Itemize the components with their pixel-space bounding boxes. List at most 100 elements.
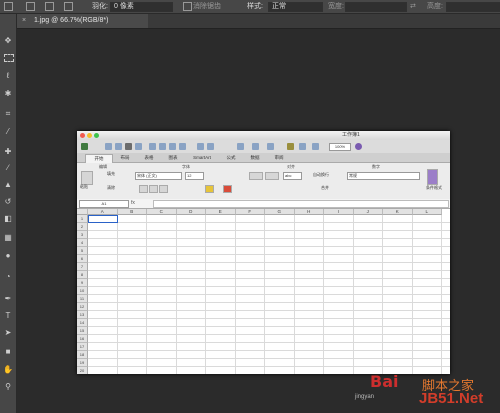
magic-wand-tool-icon[interactable]: ✱ xyxy=(3,89,13,98)
excel-wrap-label: 自动换行 xyxy=(313,172,329,177)
shape-tool-icon[interactable]: ■ xyxy=(3,347,13,356)
height-input[interactable] xyxy=(446,2,500,12)
antialias-checkbox[interactable] xyxy=(183,2,192,11)
excel-help-icon xyxy=(355,143,362,150)
grid-hline xyxy=(88,310,450,311)
eyedropper-tool-icon[interactable]: ⁄ xyxy=(3,127,13,136)
type-tool-icon[interactable]: T xyxy=(3,311,13,320)
close-tab-icon[interactable]: × xyxy=(22,14,26,28)
grid-hline xyxy=(88,270,450,271)
row-header: 12 xyxy=(77,303,88,311)
close-light-icon xyxy=(80,133,85,138)
excel-copy-icon xyxy=(159,143,166,150)
move-tool-icon[interactable]: ✥ xyxy=(3,36,13,45)
grid-hline xyxy=(88,342,450,343)
excel-bold-icon xyxy=(139,185,148,193)
marquee-tool-icon[interactable] xyxy=(4,54,14,62)
document-tab-bar: × 1.jpg @ 66.7%(RGB/8*) xyxy=(16,14,500,29)
feather-label: 羽化: xyxy=(92,3,108,10)
row-header: 15 xyxy=(77,327,88,335)
grid-hline xyxy=(88,350,450,351)
hand-tool-icon[interactable]: ✋ xyxy=(3,365,13,374)
grid-hline xyxy=(88,254,450,255)
document-tab[interactable]: × 1.jpg @ 66.7%(RGB/8*) xyxy=(16,14,148,28)
grid-hline xyxy=(88,230,450,231)
column-header: I xyxy=(324,209,354,215)
excel-tab-formulas: 公式 xyxy=(226,155,236,160)
excel-paste-icon-large xyxy=(81,171,93,185)
blur-tool-icon[interactable]: ● xyxy=(3,251,13,260)
intersect-selection-icon[interactable] xyxy=(64,2,73,11)
grid-hline xyxy=(88,334,450,335)
excel-filter-icon xyxy=(267,143,274,150)
excel-fill-color-icon xyxy=(205,185,214,193)
options-bar: 羽化: 0 像素 消除锯齿 样式: 正常 宽度: ⇄ 高度: xyxy=(0,0,500,14)
grid-hline xyxy=(88,238,450,239)
excel-ribbon: 编辑 字体 对齐 数字 粘贴 填充 清除 宋体 (正文) 12 abc 自动换行… xyxy=(77,163,450,200)
column-header: C xyxy=(147,209,177,215)
stamp-tool-icon[interactable]: ▲ xyxy=(3,180,13,189)
document-title: 1.jpg @ 66.7%(RGB/8*) xyxy=(34,17,109,24)
excel-ribbon-tabs: 开始 布局 表格 图表 SmartArt 公式 数据 审阅 xyxy=(77,153,450,163)
excel-undo-icon xyxy=(197,143,204,150)
path-select-tool-icon[interactable]: ➤ xyxy=(3,328,13,337)
excel-window-title: 工作簿1 xyxy=(342,132,360,138)
style-label: 样式: xyxy=(247,3,263,10)
grid-hline xyxy=(88,326,450,327)
feather-input[interactable]: 0 像素 xyxy=(110,2,173,12)
column-header: E xyxy=(206,209,236,215)
add-selection-icon[interactable] xyxy=(26,2,35,11)
excel-font-color-icon xyxy=(223,185,232,193)
lasso-tool-icon[interactable]: ℓ xyxy=(3,71,13,80)
excel-group-edit: 编辑 xyxy=(99,164,107,169)
row-header: 8 xyxy=(77,271,88,279)
antialias-label: 消除锯齿 xyxy=(193,3,221,10)
swap-icon[interactable]: ⇄ xyxy=(410,2,416,11)
excel-standard-toolbar: 100% xyxy=(77,140,450,153)
excel-formula-input xyxy=(153,200,449,208)
brush-tool-icon[interactable]: ∕ xyxy=(3,163,13,172)
excel-zoom-field: 100% xyxy=(329,143,351,151)
row-header: 19 xyxy=(77,359,88,367)
width-input[interactable] xyxy=(345,2,407,12)
row-header: 6 xyxy=(77,255,88,263)
column-header: K xyxy=(383,209,413,215)
row-header: 2 xyxy=(77,223,88,231)
row-header: 20 xyxy=(77,367,88,374)
selected-cell xyxy=(88,215,118,223)
crop-tool-icon[interactable]: ⌗ xyxy=(3,109,13,118)
grid-hline xyxy=(88,278,450,279)
row-header: 18 xyxy=(77,351,88,359)
excel-title-bar: 工作簿1 xyxy=(77,131,450,140)
dodge-tool-icon[interactable]: ◔ xyxy=(3,272,13,281)
excel-group-number: 数字 xyxy=(372,164,380,169)
column-header: D xyxy=(176,209,206,215)
height-label: 高度: xyxy=(427,3,443,10)
pen-tool-icon[interactable]: ✒ xyxy=(3,294,13,303)
history-brush-tool-icon[interactable]: ↺ xyxy=(3,197,13,206)
column-header: J xyxy=(353,209,383,215)
eraser-tool-icon[interactable]: ◧ xyxy=(3,214,13,223)
column-header: L xyxy=(412,209,442,215)
grid-hline xyxy=(88,358,450,359)
excel-group-font: 字体 xyxy=(182,164,190,169)
excel-fill-label: 填充 xyxy=(107,171,115,176)
excel-tab-charts: 图表 xyxy=(168,155,178,160)
excel-fx-label: fx xyxy=(131,200,135,206)
zoom-tool-icon[interactable]: ⚲ xyxy=(3,382,13,391)
grid-hline xyxy=(88,286,450,287)
subtract-selection-icon[interactable] xyxy=(45,2,54,11)
grid-hline xyxy=(88,294,450,295)
jb51-watermark: JB51.Net xyxy=(419,390,484,407)
row-header: 16 xyxy=(77,335,88,343)
healing-tool-icon[interactable]: ✚ xyxy=(3,147,13,156)
style-select[interactable]: 正常 xyxy=(268,2,323,12)
baidu-watermark: Bai xyxy=(370,372,399,391)
excel-font-name: 宋体 (正文) xyxy=(135,172,182,180)
gradient-tool-icon[interactable]: ▦ xyxy=(3,233,13,242)
excel-name-box: A1 xyxy=(79,200,129,208)
grid-hline xyxy=(88,318,450,319)
new-selection-icon[interactable] xyxy=(4,2,13,11)
excel-italic-icon xyxy=(149,185,158,193)
excel-tab-data: 数据 xyxy=(250,155,260,160)
